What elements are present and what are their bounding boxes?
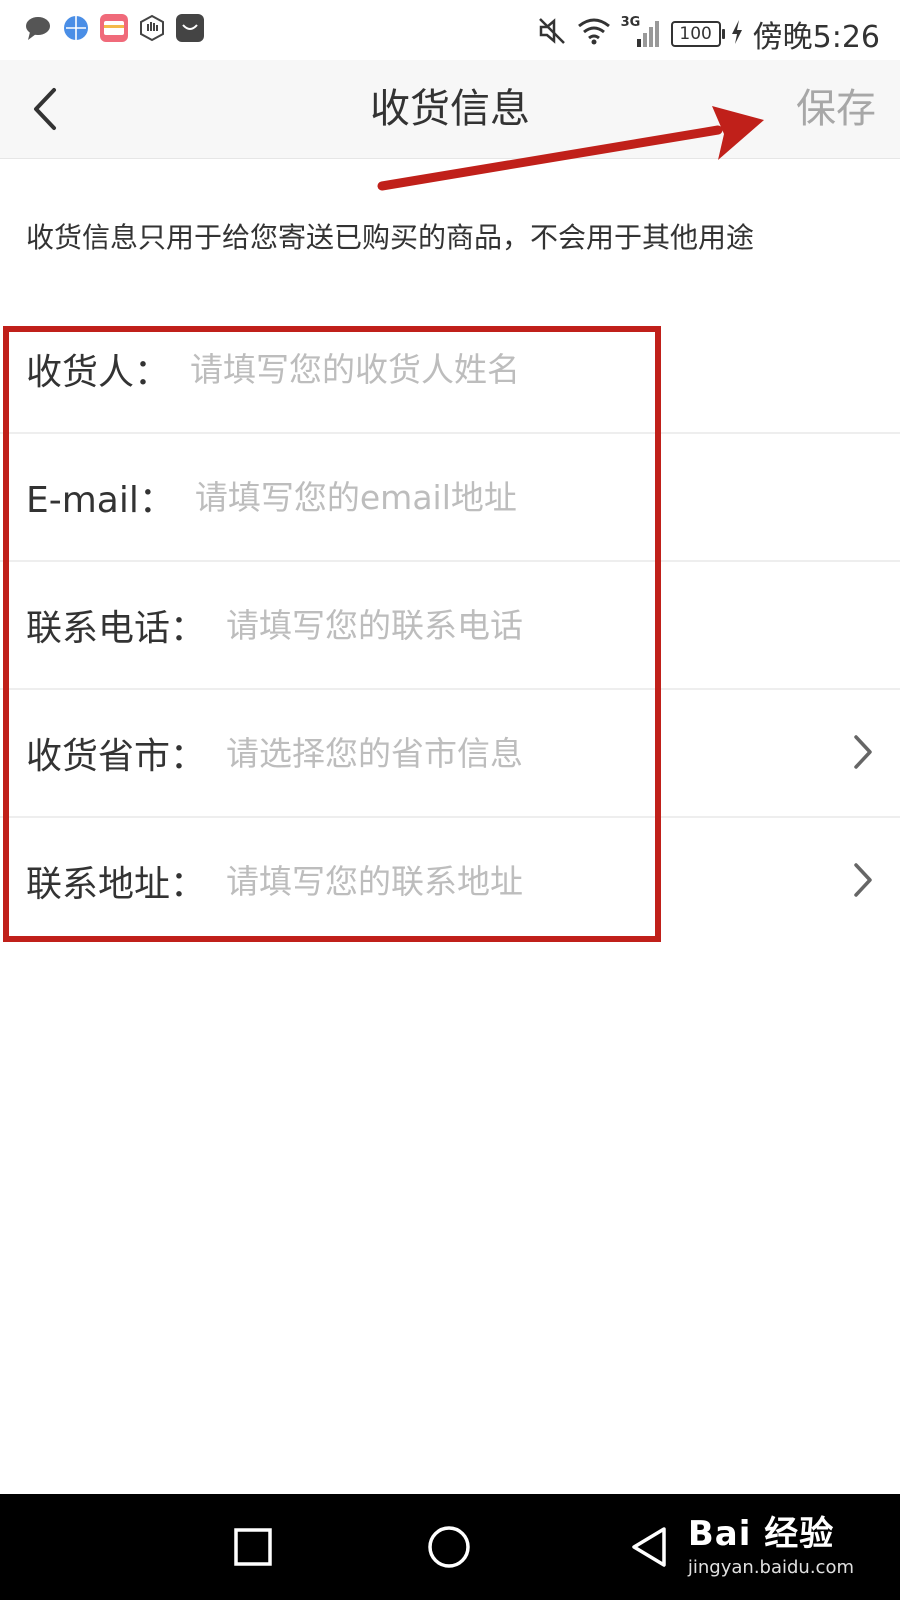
status-bar: 3G 100 傍晚5:26 (0, 0, 900, 60)
back-button[interactable] (20, 84, 70, 134)
status-time: 傍晚5:26 (752, 20, 880, 55)
province-city-selector[interactable] (224, 732, 829, 774)
mute-icon (537, 16, 567, 53)
message-icon (24, 14, 52, 42)
back-nav-button[interactable] (624, 1522, 674, 1572)
phone-input[interactable] (224, 604, 829, 646)
phone-label: 联系电话： (26, 608, 207, 649)
wifi-icon (577, 16, 611, 53)
notification-icons (24, 14, 204, 42)
triangle-back-icon (632, 1527, 666, 1567)
save-button[interactable]: 保存 (796, 82, 876, 136)
email-input[interactable] (192, 476, 797, 518)
charging-icon (731, 18, 743, 51)
phone-row: 联系电话： (0, 562, 900, 690)
square-icon (234, 1528, 272, 1566)
battery-indicator: 100 (670, 21, 725, 47)
recipient-input[interactable] (188, 348, 793, 390)
title-bar: 收货信息 保存 (0, 60, 900, 159)
screen: 3G 100 傍晚5:26 收货信息 保存 收货信息只用于给您寄送已购买的商品，… (0, 0, 900, 1600)
province-city-label: 收货省市： (26, 736, 207, 777)
chevron-right-icon (854, 735, 872, 769)
huawei-store-icon (176, 14, 204, 42)
recipient-row: 收货人： (0, 306, 900, 434)
recent-apps-button[interactable] (228, 1522, 278, 1572)
status-indicators: 3G 100 傍晚5:26 (537, 12, 880, 56)
signal-icon: 3G (621, 15, 661, 49)
email-label: E-mail： (26, 480, 175, 521)
home-button[interactable] (424, 1522, 474, 1572)
browser-icon (62, 14, 90, 42)
notice-section: 收货信息只用于给您寄送已购买的商品，不会用于其他用途 (0, 160, 900, 308)
wallet-icon (100, 14, 128, 42)
email-row: E-mail： (0, 434, 900, 562)
watermark-brand: Bai 经验 (687, 1514, 835, 1554)
back-arrow-icon (34, 88, 56, 130)
shipping-form: 收货人： E-mail： 联系电话： 收货省市： 联系地址： (0, 306, 900, 944)
chevron-right-icon (854, 863, 872, 897)
province-city-row[interactable]: 收货省市： (0, 690, 900, 818)
address-input[interactable] (224, 860, 829, 902)
privacy-notice: 收货信息只用于给您寄送已购买的商品，不会用于其他用途 (26, 221, 755, 254)
system-nav-bar: Bai 经验 jingyan.baidu.com (0, 1494, 900, 1600)
address-label: 联系地址： (26, 864, 207, 905)
watermark-url: jingyan.baidu.com (687, 1557, 854, 1578)
circle-icon (428, 1526, 470, 1568)
hand-icon (138, 14, 166, 42)
address-row[interactable]: 联系地址： (0, 818, 900, 944)
page-title: 收货信息 (370, 86, 530, 132)
baidu-watermark: Bai 经验 jingyan.baidu.com (688, 1506, 854, 1578)
recipient-label: 收货人： (26, 352, 171, 393)
